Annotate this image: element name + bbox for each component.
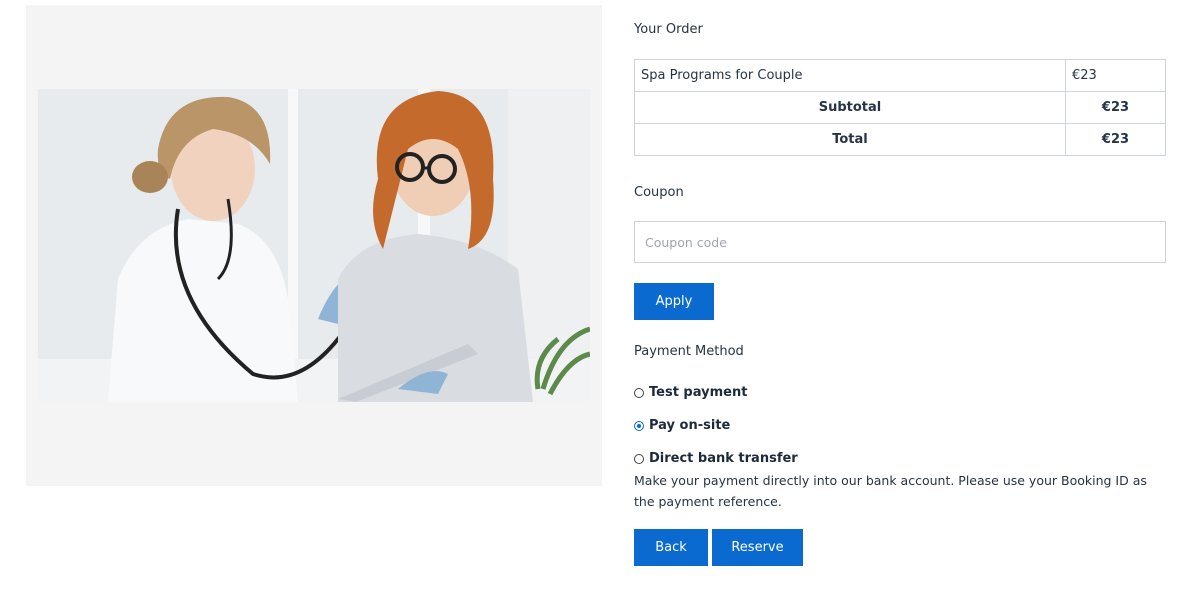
payment-option-label: Pay on-site [649, 418, 731, 433]
doctor-patient-photo [38, 89, 590, 402]
payment-method-label: Payment Method [634, 344, 744, 359]
reserve-button[interactable]: Reserve [712, 529, 803, 566]
total-value: €23 [1065, 123, 1166, 156]
payment-option-bank[interactable]: Direct bank transfer [634, 451, 798, 466]
payment-option-onsite[interactable]: Pay on-site [634, 418, 730, 433]
item-name: Spa Programs for Couple [634, 59, 1066, 92]
bank-transfer-description: Make your payment directly into our bank… [634, 473, 1147, 509]
subtotal-label: Subtotal [634, 91, 1066, 124]
table-row: Subtotal €23 [634, 91, 1166, 124]
table-row: Spa Programs for Couple €23 [634, 59, 1166, 92]
apply-button[interactable]: Apply [634, 283, 714, 320]
order-title: Your Order [634, 22, 703, 37]
radio-button[interactable] [634, 387, 644, 398]
total-label: Total [634, 123, 1066, 156]
radio-button[interactable] [634, 453, 644, 464]
payment-option-label: Direct bank transfer [649, 451, 798, 466]
table-row: Total €23 [634, 123, 1166, 156]
subtotal-value: €23 [1065, 91, 1166, 124]
radio-button[interactable] [634, 420, 644, 431]
order-table: Spa Programs for Couple €23 Subtotal €23… [634, 59, 1166, 156]
image-panel [26, 5, 602, 486]
coupon-input[interactable] [634, 221, 1166, 263]
back-button[interactable]: Back [634, 529, 708, 566]
item-price: €23 [1065, 59, 1166, 92]
coupon-label: Coupon [634, 185, 684, 200]
payment-option-test[interactable]: Test payment [634, 385, 747, 400]
payment-option-label: Test payment [649, 385, 748, 400]
